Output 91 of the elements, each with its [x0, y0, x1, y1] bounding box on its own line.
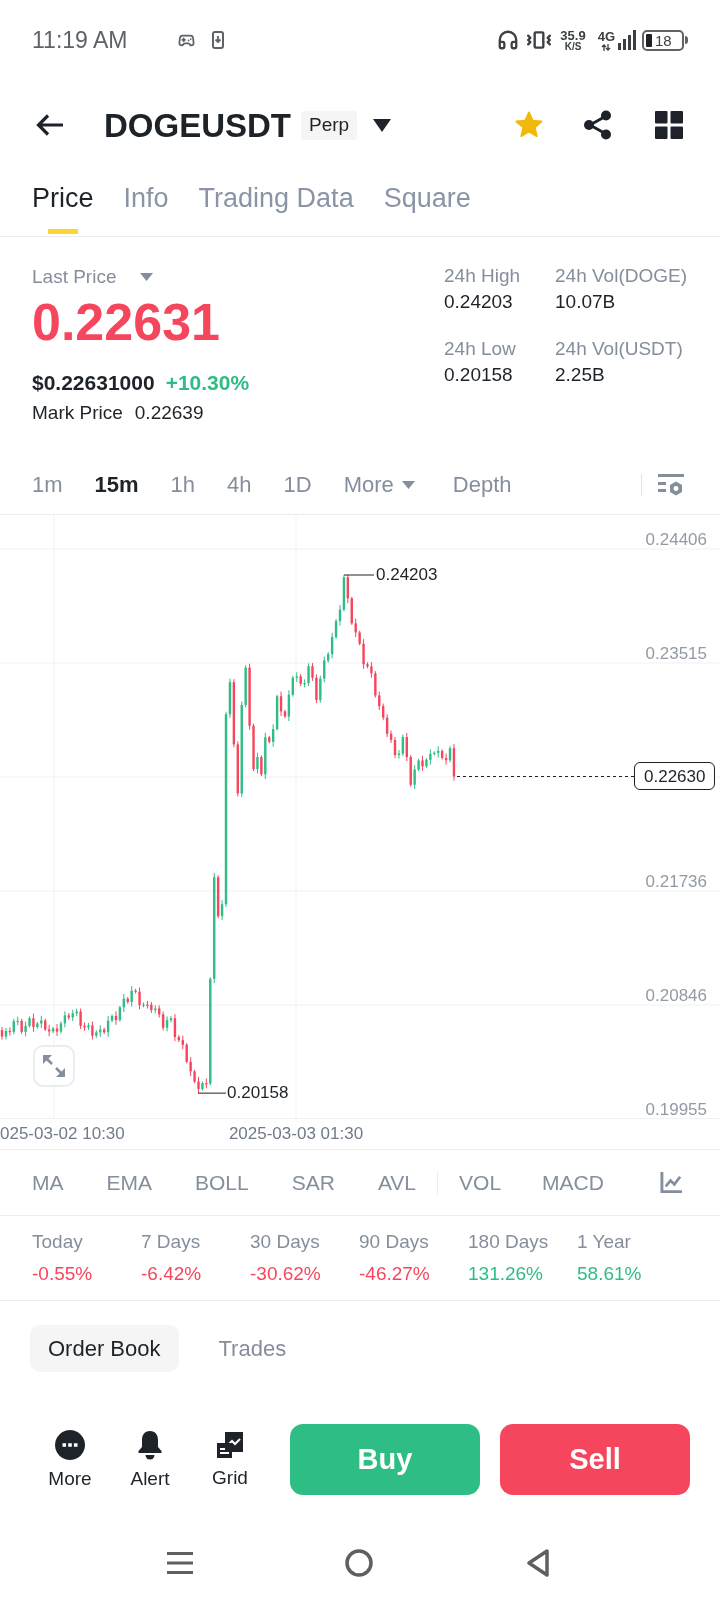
back-arrow-icon[interactable] — [36, 113, 64, 137]
expand-chart-button[interactable] — [33, 1045, 75, 1087]
period-label: 7 Days — [141, 1231, 202, 1253]
sell-button[interactable]: Sell — [500, 1424, 690, 1495]
headphones-icon — [497, 29, 520, 51]
status-time: 11:19 AM — [32, 28, 128, 52]
stat-value: 10.07B — [555, 290, 617, 314]
buy-button[interactable]: Buy — [290, 1424, 480, 1495]
period-label: 30 Days — [250, 1231, 321, 1253]
stat-value: 0.24203 — [444, 290, 514, 314]
grid-chart-icon — [216, 1430, 244, 1459]
star-icon[interactable] — [514, 110, 544, 140]
price-axis-label: 0.24406 — [645, 529, 707, 551]
stat-value: 2.25B — [555, 363, 606, 387]
current-price-tag: 0.22630 — [634, 762, 716, 791]
low-price-label: 0.20158 — [227, 1082, 289, 1105]
period-label: Today — [32, 1231, 84, 1253]
price-axis-label: 0.21736 — [645, 871, 707, 893]
mark-price: 0.22639 — [134, 402, 204, 424]
grid-menu-icon[interactable] — [655, 111, 683, 139]
caret-down-icon — [401, 480, 415, 489]
expand-icon — [42, 1054, 66, 1078]
caret-down-icon[interactable] — [373, 118, 392, 132]
network-type: 4G — [597, 29, 615, 43]
indicator-chart-icon[interactable] — [660, 1171, 683, 1194]
indicator-option[interactable]: MACD — [542, 1169, 604, 1196]
time-axis-label: 025-03-02 10:30 — [0, 1123, 125, 1145]
indicator-option[interactable]: SAR — [291, 1169, 335, 1196]
interval-option[interactable]: 1D — [283, 470, 312, 499]
indicator-option[interactable]: MA — [32, 1169, 64, 1196]
network-speed-unit: K/S — [564, 41, 582, 52]
period-change: -46.27% — [359, 1263, 431, 1285]
stat-label: 24h High — [444, 264, 522, 288]
interval-option[interactable]: 4h — [227, 470, 252, 499]
more-button[interactable]: More — [30, 1429, 110, 1490]
battery-percentage: 18 — [655, 32, 672, 48]
time-axis-label: 2025-03-03 01:30 — [228, 1123, 364, 1145]
stat-label: 24h Low — [444, 337, 517, 361]
high-marker-line — [343, 574, 375, 576]
period-change: 58.61% — [577, 1263, 643, 1285]
last-price-label: Last Price — [32, 266, 117, 288]
indicator-option[interactable]: BOLL — [195, 1169, 249, 1196]
interval-option[interactable]: 1h — [170, 470, 196, 499]
phone-download-icon — [212, 31, 225, 49]
network-speed: 35.9 — [560, 28, 586, 42]
indicator-option[interactable]: AVL — [377, 1169, 417, 1196]
price-change: +10.30% — [165, 370, 250, 396]
period-change: 131.26% — [468, 1263, 544, 1285]
tab[interactable]: Trades — [200, 1325, 305, 1372]
alert-button[interactable]: Alert — [110, 1429, 190, 1490]
home-circle-icon[interactable] — [345, 1549, 373, 1577]
battery-fill-icon — [646, 33, 652, 47]
tab[interactable]: Info — [123, 170, 169, 236]
period-change: -6.42% — [141, 1263, 203, 1285]
usd-price: $0.22631000 — [32, 370, 155, 396]
data-arrows-icon — [601, 43, 612, 51]
period-change: -0.55% — [32, 1263, 94, 1285]
tab[interactable]: Order Book — [30, 1325, 179, 1372]
back-triangle-icon[interactable] — [526, 1549, 550, 1577]
bell-icon — [137, 1429, 163, 1460]
more-intervals-dropdown[interactable]: More — [343, 470, 415, 499]
menu-icon[interactable] — [167, 1552, 193, 1574]
mark-price-label: Mark Price — [32, 402, 123, 424]
indicator-option[interactable]: VOL — [459, 1169, 502, 1196]
price-axis-label: 0.19955 — [645, 1098, 707, 1121]
interval-option[interactable]: 1m — [32, 470, 63, 499]
symbol-title: DOGEUSDT — [104, 108, 291, 142]
stat-value: 0.20158 — [444, 363, 514, 387]
interval-option[interactable]: 15m — [94, 470, 139, 499]
period-change: -30.62% — [250, 1263, 322, 1285]
contract-type-badge: Perp — [301, 110, 358, 140]
high-price-label: 0.24203 — [376, 564, 438, 586]
indicator-option[interactable]: EMA — [106, 1169, 152, 1196]
price-axis-label: 0.23515 — [645, 643, 707, 665]
stat-label: 24h Vol(USDT) — [555, 337, 684, 361]
period-label: 90 Days — [359, 1231, 430, 1253]
tab[interactable]: Price — [32, 170, 94, 236]
chart-settings-icon[interactable] — [658, 473, 684, 496]
tab[interactable]: Square — [383, 170, 471, 236]
signal-bars-icon — [617, 30, 637, 50]
low-marker-line — [197, 1092, 227, 1094]
tab[interactable]: Trading Data — [198, 170, 354, 236]
price-axis-label: 0.20846 — [645, 985, 707, 1007]
grid-trading-button[interactable]: Grid — [190, 1430, 270, 1489]
period-label: 1 Year — [577, 1231, 632, 1253]
depth-view-tab[interactable]: Depth — [452, 470, 512, 499]
share-icon[interactable] — [583, 110, 613, 140]
stat-label: 24h Vol(DOGE) — [555, 264, 688, 288]
last-price: 0.22631 — [32, 292, 220, 352]
period-label: 180 Days — [468, 1231, 550, 1253]
more-dots-icon — [55, 1429, 85, 1460]
